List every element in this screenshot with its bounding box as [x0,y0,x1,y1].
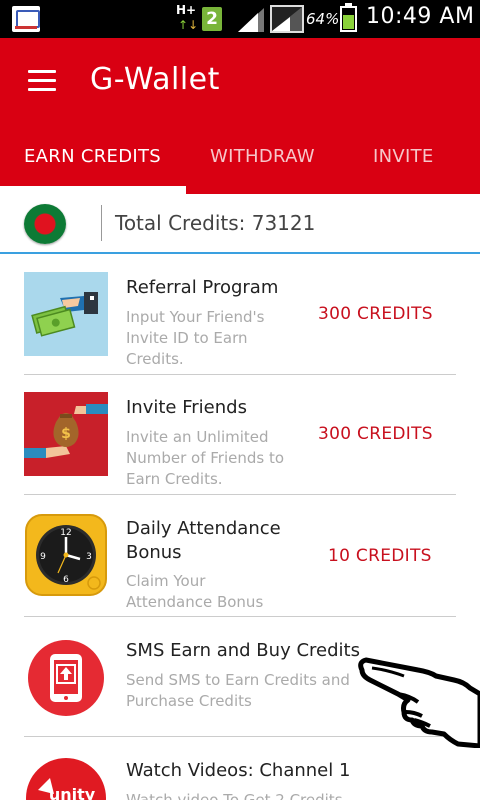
data-activity-icon: ↑↓ [178,18,199,32]
app-bar: G-Wallet EARN CREDITS WITHDRAW INVITE [0,38,480,194]
list-item-invite-friends[interactable]: $ Invite Friends Invite an Unlimited Num… [0,376,480,496]
credits-summary: Total Credits: 73121 [0,194,480,254]
svg-text:9: 9 [40,552,46,562]
app-notification-icon [12,6,40,32]
battery-level [343,14,354,29]
sim-slot-icon: 2 [202,7,222,31]
list-item-daily-attendance[interactable]: 12 3 6 9 Daily Attendance Bonus Claim Yo… [0,496,480,618]
item-title: Invite Friends [126,397,247,418]
tab-withdraw[interactable]: WITHDRAW [210,146,315,167]
item-description: Claim Your Attendance Bonus [126,572,264,611]
money-bag-hands-icon: $ [24,392,108,476]
tab-earn-credits[interactable]: EARN CREDITS [24,146,161,167]
referral-money-hand-icon [24,272,108,356]
phone-upload-icon [24,638,108,722]
divider [101,205,102,241]
item-title: Watch Videos: Channel 1 [126,760,351,781]
divider [24,616,456,617]
divider [24,374,456,375]
hamburger-menu-icon[interactable] [28,70,56,92]
item-credits: 300 CREDITS [318,424,433,444]
svg-text:6: 6 [63,575,69,585]
bangladesh-flag-icon[interactable] [24,204,66,244]
tab-invite[interactable]: INVITE [373,146,434,167]
battery-icon [340,3,357,32]
pointing-hand-icon [358,654,480,749]
selected-tab-indicator [0,186,186,194]
item-title: Referral Program [126,277,279,298]
list-item-referral-program[interactable]: Referral Program Input Your Friend's Inv… [0,256,480,376]
signal-2-icon [270,5,304,33]
unity-icon: unity [24,756,108,800]
svg-text:3: 3 [86,552,92,562]
battery-percent: 64% [306,10,340,28]
divider [24,494,456,495]
status-bar: H+ ↑↓ 2 64% 10:49 AM [0,0,480,38]
item-description: Watch video To Get 2 Credits [126,791,343,800]
network-type: H+ [176,3,197,17]
svg-text:unity: unity [49,785,96,800]
signal-icon [238,8,264,32]
svg-text:12: 12 [60,528,71,538]
clock-icon: 12 3 6 9 [24,513,108,597]
clock-time: 10:49 AM [366,4,475,29]
app-title: G-Wallet [90,62,220,97]
total-credits: Total Credits: 73121 [115,211,316,235]
item-credits: 10 CREDITS [328,546,432,566]
svg-text:$: $ [61,426,71,442]
item-credits: 300 CREDITS [318,304,433,324]
